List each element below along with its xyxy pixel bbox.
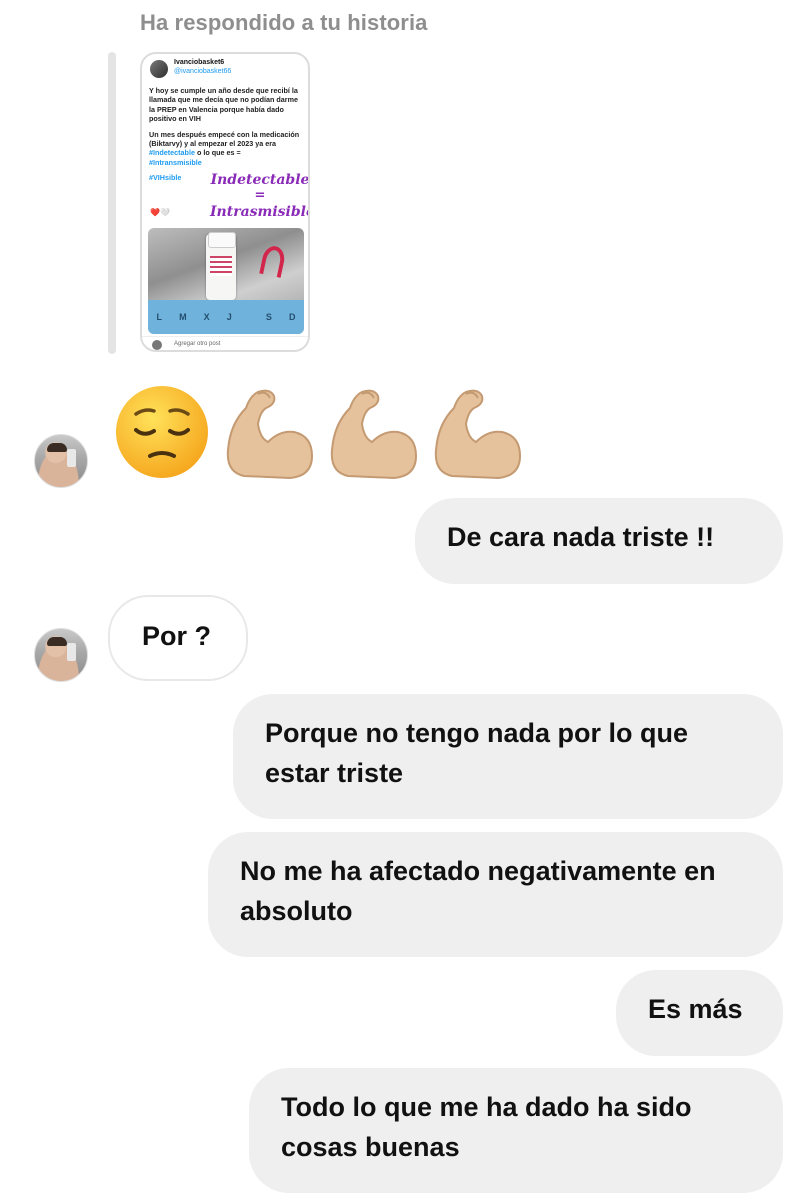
medication-bottle-icon [206,232,236,300]
message-bubble-outgoing[interactable]: Porque no tengo nada por lo que estar tr… [233,694,783,819]
post-paragraph-2-prefix: Un mes después empecé con la medicación … [149,129,300,149]
heart-emojis: ❤️🤍 [150,208,170,217]
post-paragraph-2-middle: o lo que es = [196,148,241,158]
phone-icon [67,643,76,661]
story-preview-card[interactable]: Ivanciobasket6 @ivanciobasket66 Y hoy se… [140,52,310,352]
pillbox-letter: S [265,312,272,322]
flexed-biceps-icon [226,389,314,480]
emoji-reaction-message[interactable] [112,380,524,480]
sticker-intrasmisible: Intrasmisible [210,204,310,220]
message-bubble-outgoing[interactable]: Todo lo que me ha dado ha sido cosas bue… [249,1068,783,1193]
flexed-biceps-icon [330,389,418,480]
pillbox-letter: M [179,312,187,322]
post-paragraph-2: Un mes después empecé con la medicación … [149,130,305,168]
post-paragraph-1: Y hoy se cumple un año desde que recibí … [149,86,298,124]
message-bubble-outgoing[interactable]: Es más [616,970,783,1056]
phone-icon [67,449,76,467]
message-bubble-outgoing[interactable]: De cara nada triste !! [415,498,783,584]
sticker-indetectable: Indetectable [210,172,310,188]
sender-avatar[interactable] [34,628,88,682]
flexed-biceps-icon [434,389,522,480]
pillbox-letter: X [203,312,210,322]
message-bubble-incoming[interactable]: Por ? [108,595,248,681]
pillbox-letter: D [288,312,296,322]
pillbox-letter: L [156,312,163,322]
post-author-avatar [150,60,168,78]
pillbox-letter: J [226,312,232,322]
post-photo: L M X J S D [148,228,304,334]
footer-avatar [152,340,162,350]
message-bubble-outgoing[interactable]: No me ha afectado negativamente en absol… [208,832,783,957]
hashtag-intransmisible[interactable]: #Intransmisible [149,158,202,167]
post-footer: Agregar otro post [142,336,308,350]
weekly-pill-box: L M X J S D [148,300,304,334]
story-reply-header: Ha respondido a tu historia [140,10,428,35]
hashtag-vihsible[interactable]: #VIHsible [149,173,181,182]
post-author-name: Ivanciobasket6 [174,59,225,66]
sticker-equals: = [254,188,266,203]
post-author-handle: @ivanciobasket66 [174,68,232,75]
pensive-face-icon [116,386,208,478]
sender-avatar[interactable] [34,434,88,488]
awareness-ribbon-icon [259,244,287,278]
reply-quote-bar [108,52,116,354]
hashtag-indetectable[interactable]: #Indetectable [149,148,195,157]
add-post-label: Agregar otro post [174,341,221,347]
